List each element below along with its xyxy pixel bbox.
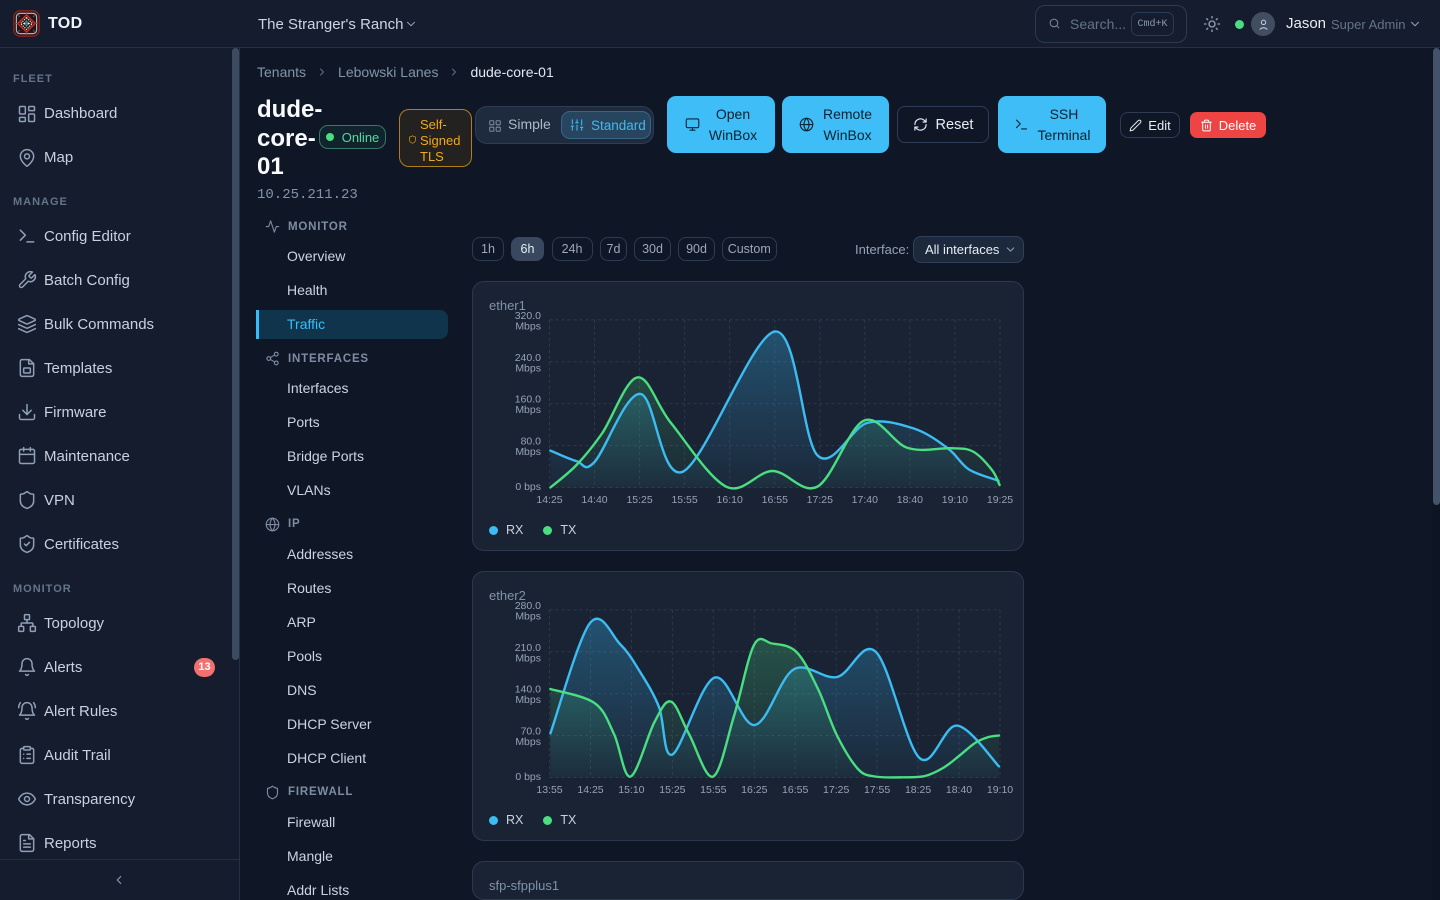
svg-text:Mbps: Mbps <box>515 652 541 664</box>
svg-text:Mbps: Mbps <box>515 362 541 374</box>
svg-text:17:40: 17:40 <box>852 494 878 506</box>
svg-text:0 bps: 0 bps <box>515 771 541 783</box>
svg-text:15:25: 15:25 <box>659 784 685 796</box>
svg-text:14:25: 14:25 <box>577 784 603 796</box>
svg-text:15:55: 15:55 <box>700 784 726 796</box>
svg-text:18:40: 18:40 <box>946 784 972 796</box>
svg-text:16:25: 16:25 <box>741 784 767 796</box>
svg-text:18:40: 18:40 <box>897 494 923 506</box>
svg-text:19:10: 19:10 <box>942 494 968 506</box>
svg-text:Mbps: Mbps <box>515 404 541 416</box>
svg-text:16:10: 16:10 <box>717 494 743 506</box>
svg-text:19:10: 19:10 <box>987 784 1013 796</box>
svg-text:18:25: 18:25 <box>905 784 931 796</box>
svg-text:17:25: 17:25 <box>823 784 849 796</box>
svg-text:Mbps: Mbps <box>515 320 541 332</box>
svg-text:17:25: 17:25 <box>807 494 833 506</box>
svg-text:15:25: 15:25 <box>626 494 652 506</box>
svg-text:17:55: 17:55 <box>864 784 890 796</box>
svg-text:Mbps: Mbps <box>515 610 541 622</box>
svg-text:16:55: 16:55 <box>782 784 808 796</box>
svg-text:Mbps: Mbps <box>515 446 541 458</box>
svg-text:14:40: 14:40 <box>581 494 607 506</box>
svg-text:15:10: 15:10 <box>618 784 644 796</box>
svg-text:19:25: 19:25 <box>987 494 1013 506</box>
svg-text:Mbps: Mbps <box>515 736 541 748</box>
svg-text:Mbps: Mbps <box>515 694 541 706</box>
svg-text:15:55: 15:55 <box>671 494 697 506</box>
svg-text:0 bps: 0 bps <box>515 481 541 493</box>
svg-text:16:55: 16:55 <box>762 494 788 506</box>
svg-text:14:25: 14:25 <box>536 494 562 506</box>
svg-text:13:55: 13:55 <box>536 784 562 796</box>
